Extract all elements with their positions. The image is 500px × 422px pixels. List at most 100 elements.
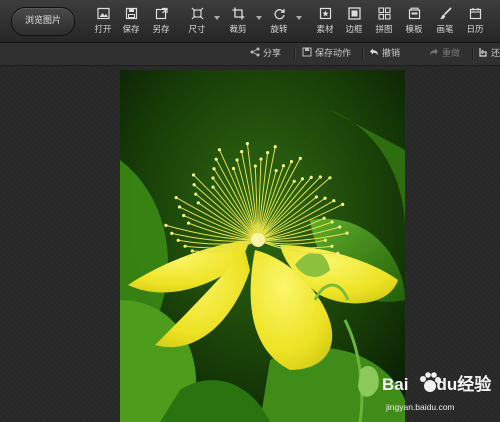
flower-anther — [318, 175, 322, 179]
flower-anther — [281, 164, 286, 168]
flower-anther — [338, 225, 342, 229]
template-button[interactable]: 模板 — [401, 7, 427, 39]
flower-anther — [182, 213, 186, 218]
template-icon — [408, 7, 420, 20]
flower-photo — [120, 70, 405, 422]
flower-anther — [240, 150, 244, 154]
flower-anther — [177, 205, 182, 209]
collage-button[interactable]: 拼图 — [371, 7, 397, 39]
watermark-url: jingyan.baidu.com — [386, 402, 455, 412]
border-icon — [347, 7, 361, 20]
material-button[interactable]: 素材 — [312, 7, 338, 39]
flower-anther — [211, 176, 215, 180]
share-icon — [250, 47, 260, 57]
flower-anther — [309, 175, 313, 179]
baidu-watermark: Bai du经验 jingyan.baidu.com — [380, 370, 500, 420]
flower-anther — [274, 168, 278, 173]
size-label: 尺寸 — [188, 25, 206, 35]
material-icon — [319, 7, 331, 20]
rotate-icon — [273, 9, 285, 20]
flower-anther — [330, 220, 334, 224]
flower-anther — [266, 150, 270, 155]
size-button[interactable]: 尺寸 — [184, 7, 210, 39]
save-as-label: 另存 — [152, 25, 170, 35]
save-icon — [125, 7, 137, 20]
main-toolbar: 浏览图片 打开 保存 另存 尺寸 裁剪 旋转 素材 边框 拼图 模板 画笔 日历 — [0, 0, 500, 43]
save-button[interactable]: 保存 — [118, 7, 144, 39]
flower-anther — [245, 142, 250, 146]
open-image-icon — [96, 7, 110, 20]
flower-anther — [314, 195, 318, 199]
restore-label: 还 — [491, 49, 500, 59]
watermark-brand: Bai du经验 — [382, 375, 492, 394]
flower-anther — [345, 231, 349, 235]
restore-icon — [479, 48, 487, 57]
calendar-icon — [469, 8, 481, 20]
open-button[interactable]: 打开 — [90, 7, 116, 39]
rotate-label: 旋转 — [270, 25, 288, 35]
collage-label: 拼图 — [375, 25, 393, 35]
brush-icon — [439, 7, 452, 20]
flower-anther — [300, 177, 305, 181]
size-dropdown-arrow-icon[interactable] — [214, 16, 220, 20]
border-label: 边框 — [345, 25, 363, 35]
flower-anther — [212, 167, 216, 171]
resize-icon — [191, 7, 203, 20]
flower-anther — [186, 221, 191, 225]
flower-anther — [214, 157, 218, 161]
undo-label: 撤销 — [382, 49, 401, 59]
flower-anther — [235, 158, 239, 162]
subbar-divider — [472, 48, 474, 60]
save-action-button[interactable]: 保存动作 — [302, 47, 351, 61]
crop-icon — [232, 7, 244, 20]
flower-anther — [322, 216, 326, 220]
material-label: 素材 — [316, 25, 334, 35]
flower-anther — [330, 244, 334, 248]
flower-anther — [292, 179, 296, 183]
redo-button[interactable]: 重做 — [429, 47, 460, 61]
flower-anther — [259, 157, 263, 161]
browse-images-button[interactable]: 浏览图片 — [11, 7, 75, 36]
subbar-divider — [294, 48, 296, 60]
rotate-dropdown-arrow-icon[interactable] — [296, 16, 302, 20]
collage-icon — [377, 7, 391, 20]
share-label: 分享 — [263, 49, 282, 59]
save-action-label: 保存动作 — [315, 49, 352, 59]
flower-anther — [192, 183, 196, 187]
flower-anther — [196, 201, 200, 205]
brush-button[interactable]: 画笔 — [432, 7, 458, 39]
calendar-button[interactable]: 日历 — [462, 7, 488, 39]
save-as-button[interactable]: 另存 — [148, 7, 174, 39]
crop-dropdown-arrow-icon[interactable] — [256, 16, 262, 20]
undo-icon — [370, 48, 378, 56]
share-button[interactable]: 分享 — [250, 47, 281, 61]
flower-anther — [289, 159, 294, 164]
calendar-label: 日历 — [466, 25, 484, 35]
flower-anther — [231, 166, 236, 171]
flower-anther — [253, 164, 257, 168]
crop-label: 裁剪 — [229, 25, 247, 35]
rotate-button[interactable]: 旋转 — [266, 7, 292, 39]
flower-anther — [211, 185, 215, 189]
undo-button[interactable]: 撤销 — [369, 47, 400, 61]
flower-anther — [341, 202, 345, 206]
save-label: 保存 — [122, 25, 140, 35]
flower-anther — [328, 176, 332, 180]
flower-anther — [183, 244, 187, 248]
flower-anther — [332, 199, 336, 203]
action-subbar: 分享 保存动作 撤销 重做 还 — [0, 43, 500, 99]
flower-anther — [194, 192, 198, 196]
flower-anther — [323, 238, 328, 242]
open-label: 打开 — [94, 25, 112, 35]
flower-anther — [170, 231, 174, 235]
flower-anther — [190, 249, 194, 253]
flower-anther — [164, 223, 168, 227]
border-button[interactable]: 边框 — [341, 7, 367, 39]
restore-button[interactable]: 还 — [478, 47, 500, 61]
flower-anther — [323, 196, 327, 200]
crop-button[interactable]: 裁剪 — [225, 7, 251, 39]
flower-anther — [217, 148, 222, 152]
flower-anther — [336, 251, 340, 255]
brush-label: 画笔 — [436, 25, 454, 35]
save-action-icon — [302, 47, 312, 57]
